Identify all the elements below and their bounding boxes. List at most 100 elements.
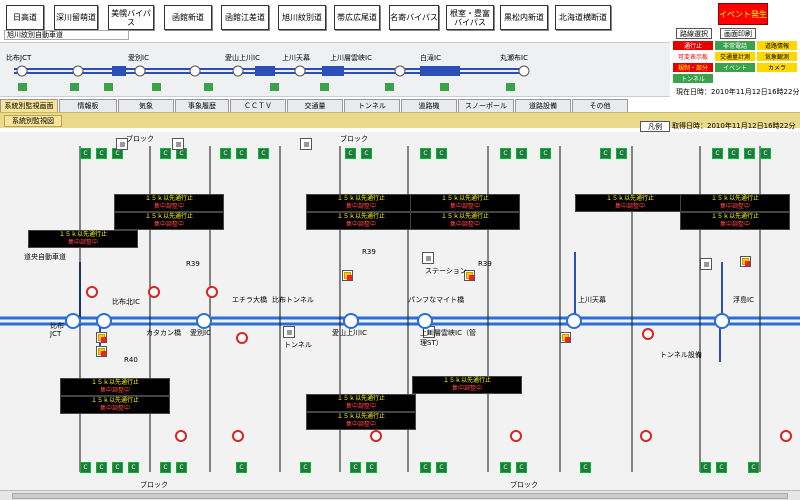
camera-icon[interactable]: C (258, 148, 269, 159)
restriction-icon[interactable] (206, 286, 218, 298)
tab-system-monitor[interactable]: 系統別監視画面 (0, 99, 58, 112)
interchange-node[interactable] (714, 313, 730, 329)
restriction-icon[interactable] (780, 430, 792, 442)
camera-icon[interactable]: C (616, 148, 627, 159)
camera-icon[interactable]: C (236, 148, 247, 159)
road-button-nemuro-toyotomi[interactable]: 根室・豊富バイパス (446, 5, 494, 30)
tab-event-history[interactable]: 事象履歴 (175, 99, 229, 112)
interchange-node[interactable] (417, 313, 433, 329)
subtab-system-map[interactable]: 系統別監視図 (4, 115, 62, 127)
tab-info-board[interactable]: 情報板 (59, 99, 117, 112)
message-board[interactable]: １５ｋ以先通行止 集中調整中 (306, 194, 416, 212)
tab-other[interactable]: その他 (572, 99, 628, 112)
message-board[interactable]: １５ｋ以先通行止 集中調整中 (680, 194, 790, 212)
camera-icon[interactable]: C (436, 148, 447, 159)
message-board[interactable]: １５ｋ以先通行止 集中調整中 (28, 230, 138, 248)
road-button-bihoro[interactable]: 美幌バイパス (108, 5, 154, 30)
camera-icon[interactable]: C (300, 462, 311, 473)
tab-weather[interactable]: 気象 (118, 99, 174, 112)
camera-icon[interactable]: C (96, 462, 107, 473)
restriction-icon[interactable] (642, 328, 654, 340)
restriction-icon[interactable] (370, 430, 382, 442)
message-board[interactable]: １５ｋ以先通行止 集中調整中 (60, 378, 170, 396)
restriction-icon[interactable] (640, 430, 652, 442)
tab-road-equipment[interactable]: 道路機 (401, 99, 457, 112)
camera-icon[interactable]: C (96, 148, 107, 159)
message-board[interactable]: １５ｋ以先通行止 集中調整中 (410, 212, 520, 230)
tab-snow-pole[interactable]: スノーポール (458, 99, 514, 112)
message-board[interactable]: １５ｋ以先通行止 集中調整中 (412, 376, 522, 394)
camera-icon[interactable]: C (128, 462, 139, 473)
restriction-icon[interactable] (236, 332, 248, 344)
camera-icon[interactable]: C (436, 462, 447, 473)
road-button-hokkaido-odan[interactable]: 北海道横断道 (555, 5, 611, 30)
horizontal-scrollbar[interactable] (0, 490, 800, 500)
camera-icon[interactable]: C (80, 148, 91, 159)
camera-icon[interactable]: C (420, 148, 431, 159)
camera-icon[interactable]: C (366, 462, 377, 473)
restriction-icon[interactable] (148, 286, 160, 298)
interchange-node[interactable] (96, 313, 112, 329)
cctv-box[interactable] (300, 138, 312, 150)
message-board[interactable]: １５ｋ以先通行止 集中調整中 (410, 194, 520, 212)
tab-traffic[interactable]: 交通量 (287, 99, 343, 112)
traffic-signal-icon[interactable] (96, 332, 107, 343)
restriction-icon[interactable] (510, 430, 522, 442)
print-button[interactable]: 画面印刷 (720, 28, 756, 39)
camera-icon[interactable]: C (760, 148, 771, 159)
traffic-signal-icon[interactable] (342, 270, 353, 281)
message-board[interactable]: １５ｋ以先通行止 集中調整中 (306, 412, 416, 430)
traffic-signal-icon[interactable] (740, 256, 751, 267)
camera-icon[interactable]: C (420, 462, 431, 473)
restriction-icon[interactable] (232, 430, 244, 442)
road-button-hidaka[interactable]: 日高道 (6, 5, 44, 30)
tab-road-facility[interactable]: 道路設備 (515, 99, 571, 112)
scrollbar-thumb[interactable] (12, 493, 788, 499)
legend-button[interactable]: 凡例 (640, 121, 670, 132)
camera-icon[interactable]: C (600, 148, 611, 159)
restriction-icon[interactable] (86, 286, 98, 298)
cctv-box[interactable] (172, 138, 184, 150)
camera-icon[interactable]: C (580, 462, 591, 473)
camera-icon[interactable]: C (744, 148, 755, 159)
road-button-hakodate-esashi[interactable]: 函館江差道 (221, 5, 269, 30)
message-board[interactable]: １５ｋ以先通行止 集中調整中 (306, 394, 416, 412)
road-button-hakodate-shindo[interactable]: 函館新道 (164, 5, 212, 30)
camera-icon[interactable]: C (712, 148, 723, 159)
route-select-button[interactable]: 路線選択 (676, 28, 712, 39)
camera-icon[interactable]: C (350, 462, 361, 473)
route-overview-strip[interactable]: 比布JCT 愛別IC 愛山上川IC 上川天幕 上川層雲峡IC 白滝IC 丸瀬布I… (0, 42, 670, 97)
camera-icon[interactable]: C (160, 148, 171, 159)
cctv-box[interactable] (700, 258, 712, 270)
camera-icon[interactable]: C (728, 148, 739, 159)
interchange-node[interactable] (65, 313, 81, 329)
camera-icon[interactable]: C (700, 462, 711, 473)
camera-icon[interactable]: C (112, 462, 123, 473)
road-button-kuromatsunai[interactable]: 黒松内新道 (500, 5, 548, 30)
camera-icon[interactable]: C (160, 462, 171, 473)
camera-icon[interactable]: C (361, 148, 372, 159)
interchange-node[interactable] (566, 313, 582, 329)
message-board[interactable]: １５ｋ以先通行止 集中調整中 (575, 194, 685, 212)
camera-icon[interactable]: C (540, 148, 551, 159)
cctv-box[interactable] (283, 326, 295, 338)
camera-icon[interactable]: C (345, 148, 356, 159)
traffic-signal-icon[interactable] (96, 346, 107, 357)
camera-icon[interactable]: C (716, 462, 727, 473)
message-board[interactable]: １５ｋ以先通行止 集中調整中 (680, 212, 790, 230)
tab-tunnel[interactable]: トンネル (344, 99, 400, 112)
message-board[interactable]: １５ｋ以先通行止 集中調整中 (60, 396, 170, 414)
cctv-box[interactable] (422, 252, 434, 264)
camera-icon[interactable]: C (236, 462, 247, 473)
event-alert-button[interactable]: イベント発生 (718, 3, 768, 25)
road-button-nayoro[interactable]: 名寄バイパス (389, 5, 439, 30)
interchange-node[interactable] (196, 313, 212, 329)
restriction-icon[interactable] (175, 430, 187, 442)
camera-icon[interactable]: C (516, 148, 527, 159)
message-board[interactable]: １５ｋ以先通行止 集中調整中 (306, 212, 416, 230)
traffic-signal-icon[interactable] (560, 332, 571, 343)
camera-icon[interactable]: C (500, 148, 511, 159)
camera-icon[interactable]: C (80, 462, 91, 473)
message-board[interactable]: １５ｋ以先通行止 集中調整中 (114, 194, 224, 212)
message-board[interactable]: １５ｋ以先通行止 集中調整中 (114, 212, 224, 230)
